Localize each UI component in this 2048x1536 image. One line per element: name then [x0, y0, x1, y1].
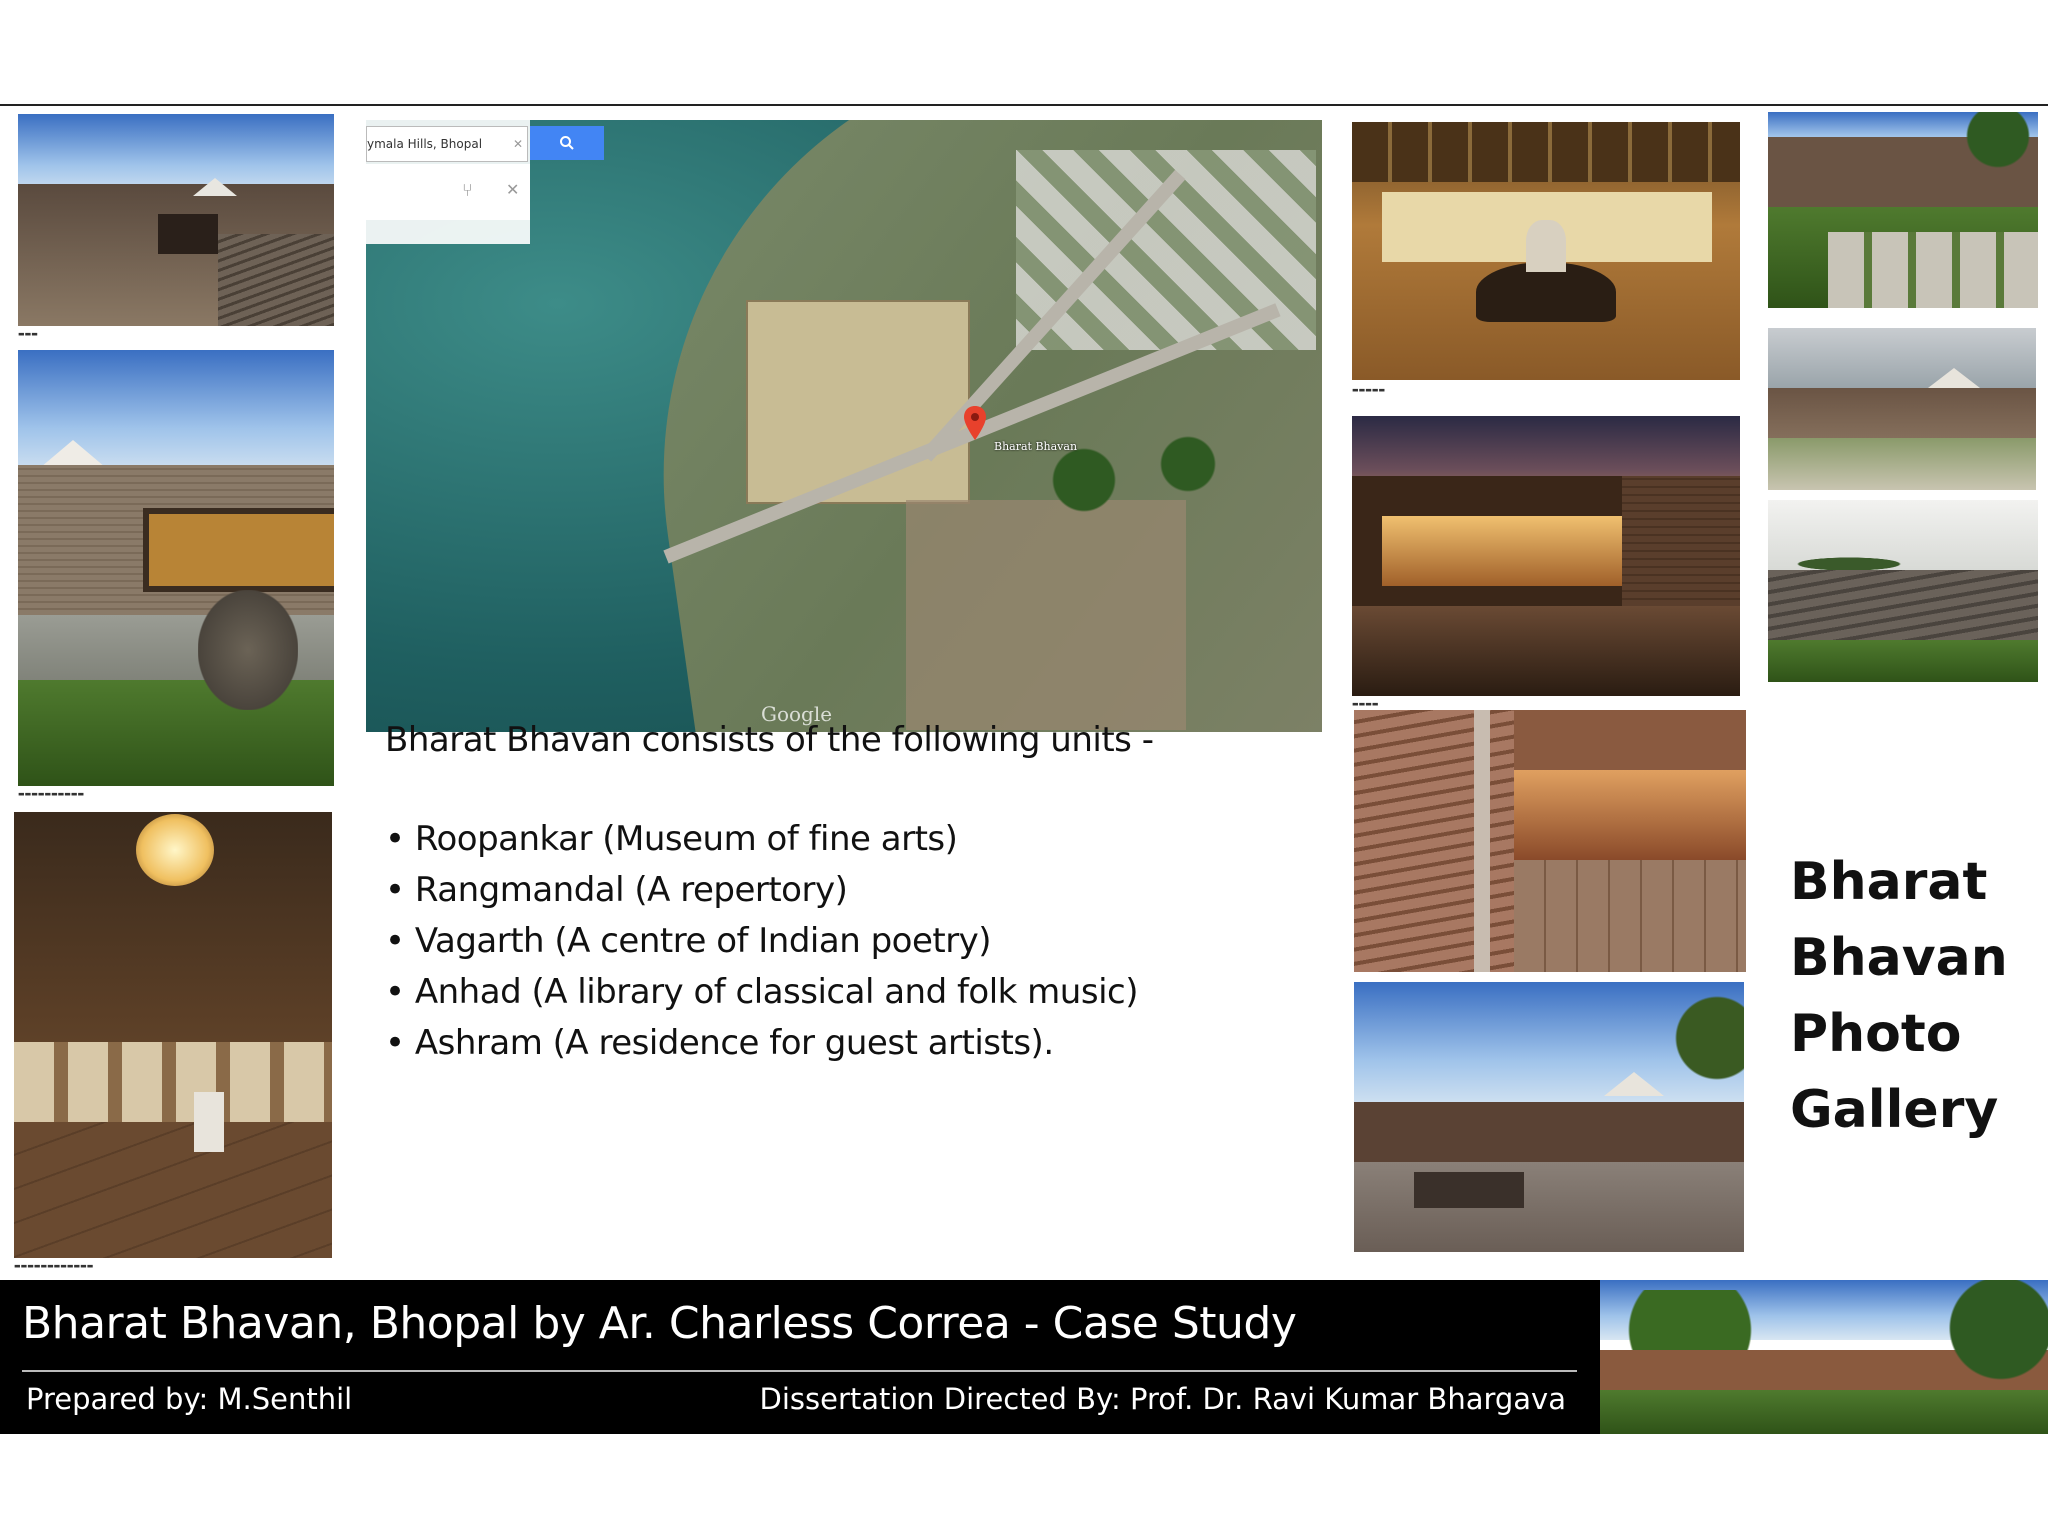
footer-bar: Bharat Bhavan, Bhopal by Ar. Charless Co…	[0, 1280, 1600, 1434]
list-item: Vagarth (A centre of Indian poetry)	[385, 916, 1138, 967]
map-search-input[interactable]: ymala Hills, Bhopal ✕	[366, 126, 528, 162]
list-item: Ashram (A residence for guest artists).	[385, 1018, 1138, 1069]
gallery-title: Bharat Bhavan Photo Gallery	[1790, 844, 2008, 1148]
units-intro: Bharat Bhavan consists of the following …	[385, 720, 1154, 760]
map-directions-row: ⑂ ✕	[366, 164, 530, 220]
photo-caption: ▬▬▬▬	[1352, 700, 1379, 708]
photo-night-entrance	[1352, 416, 1740, 696]
directions-icon[interactable]: ⑂	[462, 180, 473, 201]
photo-pool-steps	[1768, 500, 2038, 682]
list-item: Anhad (A library of classical and folk m…	[385, 967, 1139, 1018]
satellite-map[interactable]: ymala Hills, Bhopal ✕ ⑂ ✕ Bharat Bhavan …	[366, 120, 1322, 732]
photo-stairs-gallery	[1354, 710, 1746, 972]
units-list: Roopankar (Museum of fine arts) Rangmand…	[385, 814, 1139, 1069]
map-pin-icon[interactable]	[964, 406, 986, 440]
photo-courtyard-pyramid	[1354, 982, 1744, 1252]
gallery-title-line: Bharat	[1790, 852, 1988, 912]
gallery-title-line: Bhavan	[1790, 928, 2008, 988]
map-search-value: ymala Hills, Bhopal	[367, 137, 483, 151]
photo-footer-courtyard	[1600, 1280, 2048, 1434]
map-search-button[interactable]	[530, 126, 604, 160]
list-item: Roopankar (Museum of fine arts)	[385, 814, 1138, 865]
map-marker-label: Bharat Bhavan	[994, 440, 1078, 453]
footer-directed-by: Dissertation Directed By: Prof. Dr. Ravi…	[759, 1382, 1567, 1416]
case-study-slide: ▬▬▬ ▬▬▬▬▬▬▬▬▬▬ ▬▬▬▬▬▬▬▬▬▬▬▬ ymala Hills,…	[0, 104, 2048, 1436]
photo-museum-tribal-art	[1352, 122, 1740, 380]
close-icon[interactable]: ✕	[513, 127, 523, 161]
gallery-title-line: Gallery	[1790, 1080, 1999, 1140]
photo-caption: ▬▬▬▬▬▬▬▬▬▬▬▬	[14, 1262, 94, 1270]
list-item: Rangmandal (A repertory)	[385, 865, 1138, 916]
close-icon[interactable]: ✕	[506, 180, 519, 199]
search-icon	[560, 136, 574, 150]
footer-prepared-by: Prepared by: M.Senthil	[26, 1382, 353, 1416]
footer-divider	[22, 1370, 1577, 1372]
gallery-title-line: Photo	[1790, 1004, 1962, 1064]
photo-garden-path	[1768, 112, 2038, 308]
photo-courtyard-wall	[18, 350, 334, 786]
photo-caption: ▬▬▬	[18, 330, 38, 338]
photo-caption: ▬▬▬▬▬▬▬▬▬▬	[18, 790, 85, 798]
photo-gallery-interior	[14, 812, 332, 1258]
footer-title: Bharat Bhavan, Bhopal by Ar. Charless Co…	[22, 1298, 1297, 1349]
photo-lake-terraces	[1768, 328, 2036, 490]
photo-entrance-terraces	[18, 114, 334, 326]
photo-caption: ▬▬▬▬▬	[1352, 386, 1386, 394]
